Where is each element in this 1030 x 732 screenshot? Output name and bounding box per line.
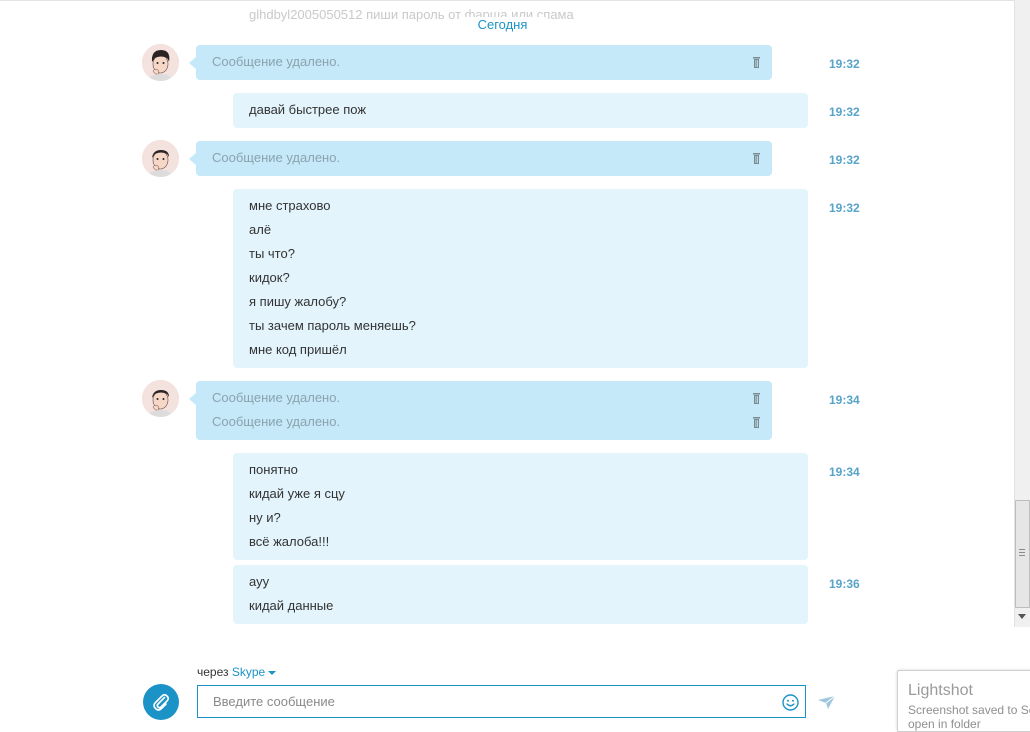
- message-text: кидок?: [249, 270, 290, 285]
- chevron-down-icon[interactable]: [268, 670, 277, 675]
- message-bubble-outgoing[interactable]: понятно кидай уже я сцу ну и? всё жалоба…: [233, 453, 808, 560]
- notification-title: Lightshot: [908, 682, 973, 699]
- message-text: понятно: [249, 462, 298, 477]
- smiley-icon[interactable]: [782, 694, 799, 711]
- message-input[interactable]: [198, 686, 773, 717]
- message-timestamp: 19:32: [829, 105, 860, 119]
- scroll-grip-line: [1019, 549, 1025, 550]
- via-prefix: через: [197, 665, 229, 679]
- trash-icon[interactable]: [751, 417, 762, 428]
- deleted-message-text: Сообщение удалено.: [196, 410, 772, 434]
- scroll-grip-line: [1019, 555, 1025, 556]
- scroll-grip-line: [1019, 552, 1025, 553]
- message-timestamp: 19:32: [829, 201, 860, 215]
- deleted-message-text: Сообщение удалено.: [196, 146, 772, 170]
- message-timestamp: 19:36: [829, 577, 860, 591]
- contact-avatar[interactable]: [142, 380, 179, 417]
- message-timestamp: 19:32: [829, 57, 860, 71]
- message-input-box[interactable]: [197, 685, 806, 718]
- message-text: давай быстрее пож: [249, 102, 367, 117]
- message-text: я пишу жалобу?: [249, 294, 347, 309]
- attach-button[interactable]: [143, 684, 179, 720]
- message-text: мне страхово: [249, 198, 331, 213]
- message-bubble-outgoing[interactable]: мне страхово алё ты что? кидок? я пишу ж…: [233, 189, 808, 368]
- message-text: ты что?: [249, 246, 295, 261]
- deleted-message-text: Сообщение удалено.: [196, 50, 772, 74]
- message-text: ауу: [249, 574, 270, 589]
- day-separator: Сегодня: [460, 17, 545, 32]
- message-bubble-incoming[interactable]: Сообщение удалено.: [189, 45, 772, 80]
- trash-icon[interactable]: [751, 57, 762, 68]
- deleted-message-text: Сообщение удалено.: [196, 386, 772, 410]
- send-icon[interactable]: [818, 696, 835, 709]
- message-text: кидай данные: [249, 598, 334, 613]
- message-text: алё: [249, 222, 272, 237]
- top-divider: [0, 0, 1014, 1]
- via-service-name[interactable]: Skype: [232, 665, 265, 679]
- lightshot-notification[interactable]: Lightshot Screenshot saved to Scr open i…: [897, 670, 1030, 732]
- message-timestamp: 19:32: [829, 153, 860, 167]
- message-text: всё жалоба!!!: [249, 534, 330, 549]
- notification-line1: Screenshot saved to Scr: [908, 703, 1030, 717]
- previous-message-preview: glhdbyl2005050512 пиши пароль от фарша и…: [249, 7, 574, 22]
- message-text: ты зачем пароль меняешь?: [249, 318, 416, 333]
- message-text: ну и?: [249, 510, 281, 525]
- message-timestamp: 19:34: [829, 465, 860, 479]
- message-timestamp: 19:34: [829, 393, 860, 407]
- contact-avatar[interactable]: [142, 140, 179, 177]
- trash-icon[interactable]: [751, 393, 762, 404]
- message-text: кидай уже я сцу: [249, 486, 345, 501]
- notification-line2[interactable]: open in folder: [908, 717, 981, 731]
- scroll-down-arrow-icon[interactable]: [1018, 614, 1026, 619]
- message-bubble-incoming[interactable]: Сообщение удалено.: [189, 141, 772, 176]
- message-bubble-outgoing[interactable]: давай быстрее пож: [233, 93, 808, 128]
- message-bubble-incoming[interactable]: Сообщение удалено. Сообщение удалено.: [189, 381, 772, 440]
- contact-avatar[interactable]: [142, 44, 179, 81]
- paperclip-icon: [153, 693, 170, 711]
- trash-icon[interactable]: [751, 153, 762, 164]
- send-via-selector[interactable]: через Skype: [197, 665, 277, 679]
- scrollbar-thumb[interactable]: [1015, 500, 1030, 608]
- message-bubble-outgoing[interactable]: ауу кидай данные: [233, 565, 808, 624]
- message-text: мне код пришёл: [249, 342, 347, 357]
